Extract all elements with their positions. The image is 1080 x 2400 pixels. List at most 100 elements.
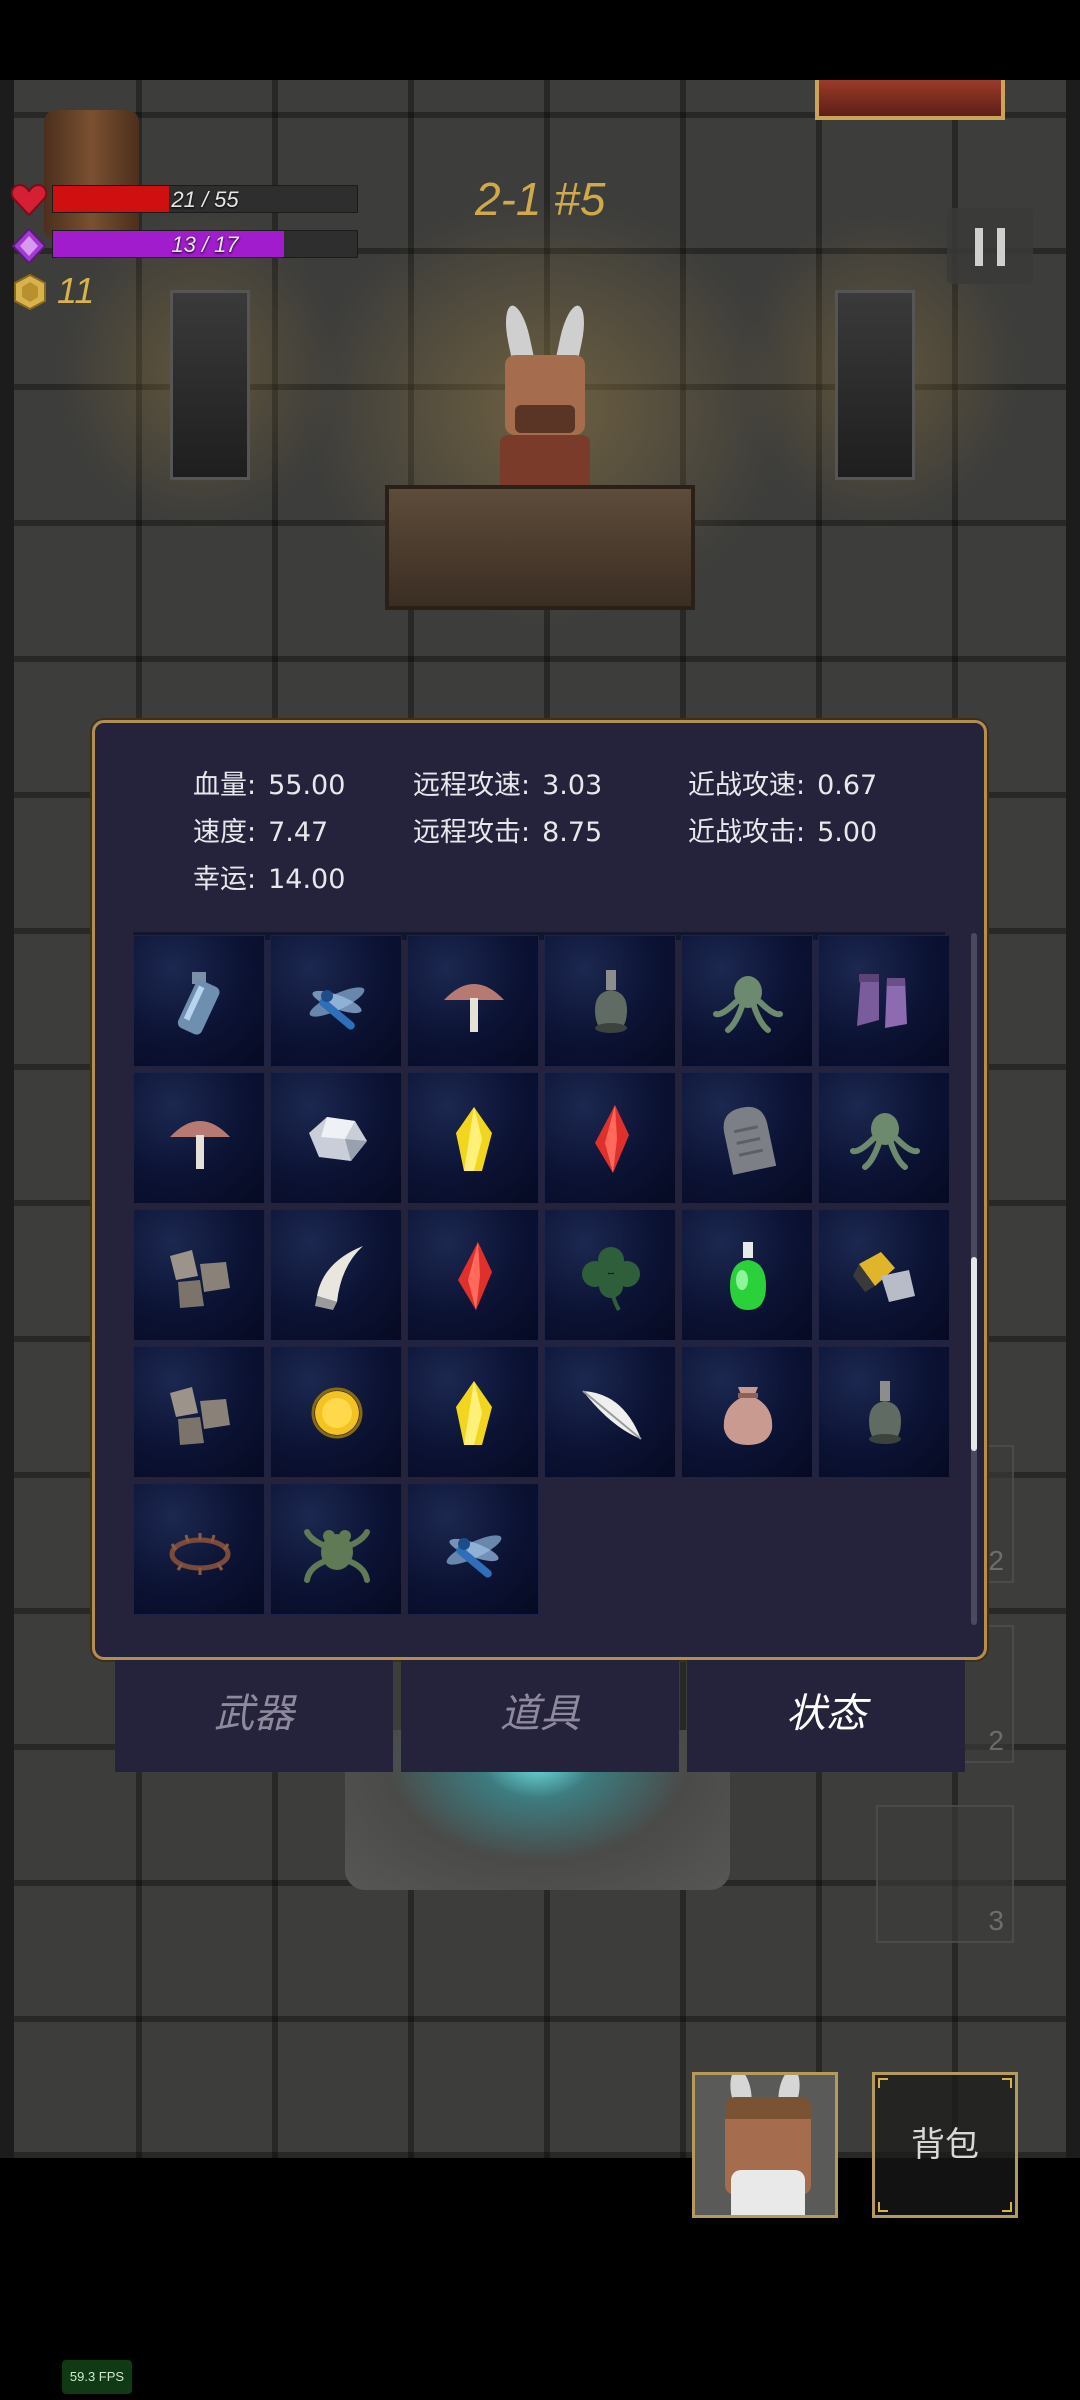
gold-ore-icon xyxy=(853,1252,915,1302)
stat-ranged-speed: 远程攻速: 3.03 xyxy=(413,770,603,801)
hp-text: 21 / 55 xyxy=(171,187,239,212)
pause-icon xyxy=(975,228,983,266)
right-pedestal xyxy=(835,290,915,480)
horn-icon xyxy=(315,1246,363,1310)
corner-ornament xyxy=(878,2078,888,2088)
inventory-slot[interactable] xyxy=(681,935,813,1067)
left-pedestal xyxy=(170,290,250,480)
tab-items[interactable]: 道具 xyxy=(401,1660,679,1772)
inventory-slot[interactable] xyxy=(270,1072,402,1204)
corner-ornament xyxy=(1002,2078,1012,2088)
status-panel: 血量: 55.00 远程攻速: 3.03 近战攻速: 0.67 速度: 7.47 远程攻… xyxy=(92,720,987,1660)
character-portrait-button[interactable] xyxy=(692,2072,838,2218)
frog-icon xyxy=(304,1529,370,1583)
chest-prop xyxy=(815,80,1005,120)
slot-count: 2 xyxy=(988,1725,1004,1756)
red-gem-icon xyxy=(595,1105,629,1173)
portrait-hair xyxy=(725,2097,811,2119)
inventory-slot[interactable] xyxy=(407,1346,539,1478)
octopus-icon xyxy=(850,1113,920,1170)
heart-icon xyxy=(11,183,47,217)
stat-hp: 血量: 55.00 xyxy=(193,770,346,801)
clover-icon xyxy=(582,1247,640,1312)
inventory-slot[interactable] xyxy=(407,1209,539,1341)
inventory-slot[interactable] xyxy=(407,1483,539,1615)
stat-luck: 幸运: 14.00 xyxy=(193,864,346,895)
tab-weapons[interactable]: 武器 xyxy=(115,1660,393,1772)
coin-icon xyxy=(14,273,46,311)
yellow-gem-icon xyxy=(456,1381,492,1445)
rocks-icon xyxy=(170,1387,230,1445)
inventory-slot[interactable] xyxy=(681,1346,813,1478)
potion-flask-icon xyxy=(595,970,627,1033)
inventory-slot[interactable] xyxy=(133,1346,265,1478)
inventory-slot[interactable] xyxy=(818,935,950,1067)
inventory-slot[interactable] xyxy=(270,935,402,1067)
inventory-slot[interactable] xyxy=(544,1072,676,1204)
scrollbar-thumb[interactable] xyxy=(971,1256,977,1451)
stat-melee-speed: 近战攻速: 0.67 xyxy=(688,770,878,801)
inventory-slot[interactable] xyxy=(818,1346,950,1478)
inventory-slot[interactable] xyxy=(544,1209,676,1341)
tab-status[interactable]: 状态 xyxy=(687,1660,965,1772)
background-item-slot: 3 xyxy=(876,1805,1014,1943)
inventory-slot[interactable] xyxy=(681,1072,813,1204)
inventory-slot[interactable] xyxy=(133,1483,265,1615)
stat-speed: 速度: 7.47 xyxy=(193,817,329,848)
mana-text: 13 / 17 xyxy=(171,232,239,257)
item-grid[interactable] xyxy=(133,935,953,1625)
pause-icon xyxy=(997,228,1005,266)
mushroom-icon xyxy=(444,984,504,1032)
shop-table[interactable] xyxy=(385,485,695,610)
shopkeeper-npc[interactable] xyxy=(490,303,600,495)
octopus-icon xyxy=(713,976,783,1033)
boots-icon xyxy=(857,974,907,1028)
inventory-slot[interactable] xyxy=(544,1346,676,1478)
npc-beard xyxy=(515,405,575,433)
pause-button[interactable] xyxy=(947,208,1033,284)
yellow-gem-icon xyxy=(456,1107,492,1171)
stat-melee-attack: 近战攻击: 5.00 xyxy=(688,817,878,848)
inventory-slot[interactable] xyxy=(818,1209,950,1341)
potion-flask-icon xyxy=(869,1381,901,1444)
silver-ore-icon xyxy=(309,1117,367,1161)
corner-ornament xyxy=(878,2202,888,2212)
slot-count: 3 xyxy=(988,1905,1004,1936)
thorn-crown-icon xyxy=(169,1533,231,1575)
scrollbar[interactable] xyxy=(971,933,977,1625)
feather-icon xyxy=(582,1390,642,1440)
inventory-slot[interactable] xyxy=(681,1209,813,1341)
inventory-slot[interactable] xyxy=(270,1483,402,1615)
coin-count: 11 xyxy=(57,270,95,311)
pouch-icon xyxy=(723,1387,773,1445)
inventory-slot[interactable] xyxy=(407,1072,539,1204)
fps-counter: 59.3 FPS xyxy=(62,2360,132,2394)
green-potion-icon xyxy=(730,1242,766,1310)
rocks-icon xyxy=(170,1250,230,1308)
mushroom-icon xyxy=(170,1121,230,1169)
inventory-slot[interactable] xyxy=(270,1346,402,1478)
inventory-slot[interactable] xyxy=(818,1072,950,1204)
inventory-slot[interactable] xyxy=(544,935,676,1067)
red-gem-icon xyxy=(458,1242,492,1310)
mana-bar: 13 / 17 xyxy=(52,230,358,258)
portrait-beard xyxy=(731,2170,805,2215)
bag-button[interactable]: 背包 xyxy=(872,2072,1018,2218)
inventory-slot[interactable] xyxy=(270,1209,402,1341)
mana-crystal-icon xyxy=(11,228,47,264)
inventory-slot[interactable] xyxy=(133,1072,265,1204)
inventory-slot[interactable] xyxy=(133,1209,265,1341)
barrel-prop xyxy=(44,110,139,240)
slot-count: 2 xyxy=(988,1545,1004,1576)
level-indicator: 2-1 #5 xyxy=(475,173,606,225)
bag-label: 背包 xyxy=(911,2125,979,2165)
tombstone-icon xyxy=(723,1106,777,1175)
inventory-slot[interactable] xyxy=(133,935,265,1067)
gold-coin-icon xyxy=(311,1387,363,1439)
right-wall xyxy=(1066,80,1080,2158)
left-wall xyxy=(0,80,14,2158)
stat-ranged-attack: 远程攻击: 8.75 xyxy=(413,817,603,848)
dragonfly-icon xyxy=(446,1535,502,1578)
inventory-slot[interactable] xyxy=(407,935,539,1067)
hp-bar: 21 / 55 xyxy=(52,185,358,213)
